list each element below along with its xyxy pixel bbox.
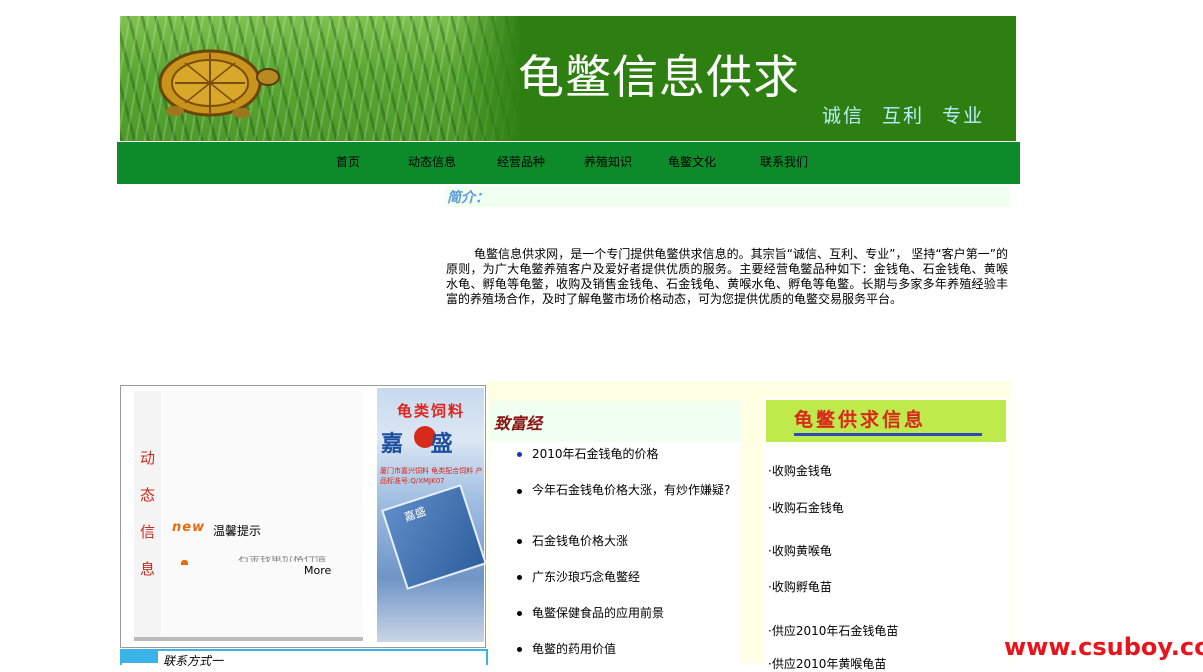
news-item-scrolling[interactable]: 石金钱龟价格行情 bbox=[238, 556, 344, 562]
banner-slogan: 诚信 互利 专业 bbox=[822, 105, 985, 127]
supply-list-item[interactable]: ·供应2010年石金钱龟苗 bbox=[768, 622, 898, 639]
supply-list-item[interactable]: ·供应2010年黄喉龟苗 bbox=[768, 655, 886, 672]
supply-list-item[interactable]: ·收购黄喉龟 bbox=[768, 542, 832, 559]
bullet-icon bbox=[517, 539, 522, 544]
rich-list-item[interactable]: 石金钱龟价格大涨 bbox=[532, 533, 732, 550]
site-banner: 龟鳖信息供求 诚信 互利 专业 bbox=[120, 16, 1016, 141]
supply-list-item[interactable]: ·收购金钱龟 bbox=[768, 462, 832, 479]
bullet-icon bbox=[517, 575, 522, 580]
site-watermark: www.csuboy.com bbox=[1004, 633, 1203, 661]
nav-item-products[interactable]: 经营品种 bbox=[497, 153, 545, 170]
contact-title: 联系方式一 bbox=[163, 654, 224, 668]
feed-ad-brand: 嘉 盛 bbox=[381, 432, 463, 457]
news-vertical-char: 息 bbox=[140, 560, 156, 578]
rich-list-item[interactable]: 龟鳖保健食品的应用前景 bbox=[532, 605, 732, 622]
news-more-link[interactable]: More bbox=[304, 564, 331, 577]
news-scrollbar[interactable] bbox=[134, 637, 363, 641]
news-item-link[interactable]: 温馨提示 bbox=[213, 522, 261, 539]
nav-item-news[interactable]: 动态信息 bbox=[408, 153, 456, 170]
bullet-icon bbox=[517, 647, 522, 652]
bullet-icon bbox=[517, 489, 522, 494]
supply-list-item[interactable]: ·收购石金钱龟 bbox=[768, 499, 844, 516]
intro-text: 龟鳖信息供求网，是一个专门提供龟鳖供求信息的。其宗旨“诚信、互利、专业”， 坚持… bbox=[446, 247, 1008, 306]
news-scroll-area[interactable] bbox=[162, 391, 362, 637]
bullet-icon bbox=[517, 611, 522, 616]
intro-title: 简介： bbox=[447, 190, 489, 206]
turtle-image bbox=[158, 49, 280, 118]
feed-ad-title: 龟类饲料 bbox=[397, 402, 466, 420]
supply-title: 龟鳖供求信息 bbox=[794, 409, 927, 431]
nav-item-farming[interactable]: 养殖知识 bbox=[584, 153, 632, 170]
nav-item-culture[interactable]: 龟鳖文化 bbox=[668, 153, 716, 170]
intro-header bbox=[445, 186, 1010, 207]
rich-list-item[interactable]: 2010年石金钱龟的价格 bbox=[532, 446, 732, 463]
rich-list-item[interactable]: 广东沙琅巧念龟鳖经 bbox=[532, 569, 732, 586]
nav-item-home[interactable]: 首页 bbox=[336, 153, 360, 170]
rich-title: 致富经 bbox=[494, 414, 543, 433]
news-vertical-char: 态 bbox=[140, 486, 156, 504]
supply-title-underline bbox=[794, 433, 982, 436]
main-nav: 首页 动态信息 经营品种 养殖知识 龟鳖文化 联系我们 bbox=[117, 142, 1020, 184]
nav-item-contact[interactable]: 联系我们 bbox=[760, 153, 808, 170]
rich-list-item[interactable]: 今年石金钱龟价格大涨，有炒作嫌疑? bbox=[532, 482, 732, 499]
bullet-icon bbox=[517, 452, 522, 457]
supply-list-item[interactable]: ·收购孵龟苗 bbox=[768, 578, 832, 595]
news-vertical-char: 动 bbox=[140, 449, 156, 467]
news-vertical-char: 信 bbox=[140, 523, 156, 541]
news-side-strip bbox=[134, 391, 161, 637]
feed-ad-subtitle: 厦门市嘉兴饲料 龟类配合饲料 产品标准号:Q/XMJK07 bbox=[380, 467, 483, 485]
banner-title: 龟鳖信息供求 bbox=[518, 50, 800, 104]
new-badge: new bbox=[172, 520, 206, 535]
rich-list-item[interactable]: 龟鳖的药用价值 bbox=[532, 641, 732, 658]
news-item-icon bbox=[181, 560, 188, 565]
contact-accent bbox=[120, 649, 158, 663]
